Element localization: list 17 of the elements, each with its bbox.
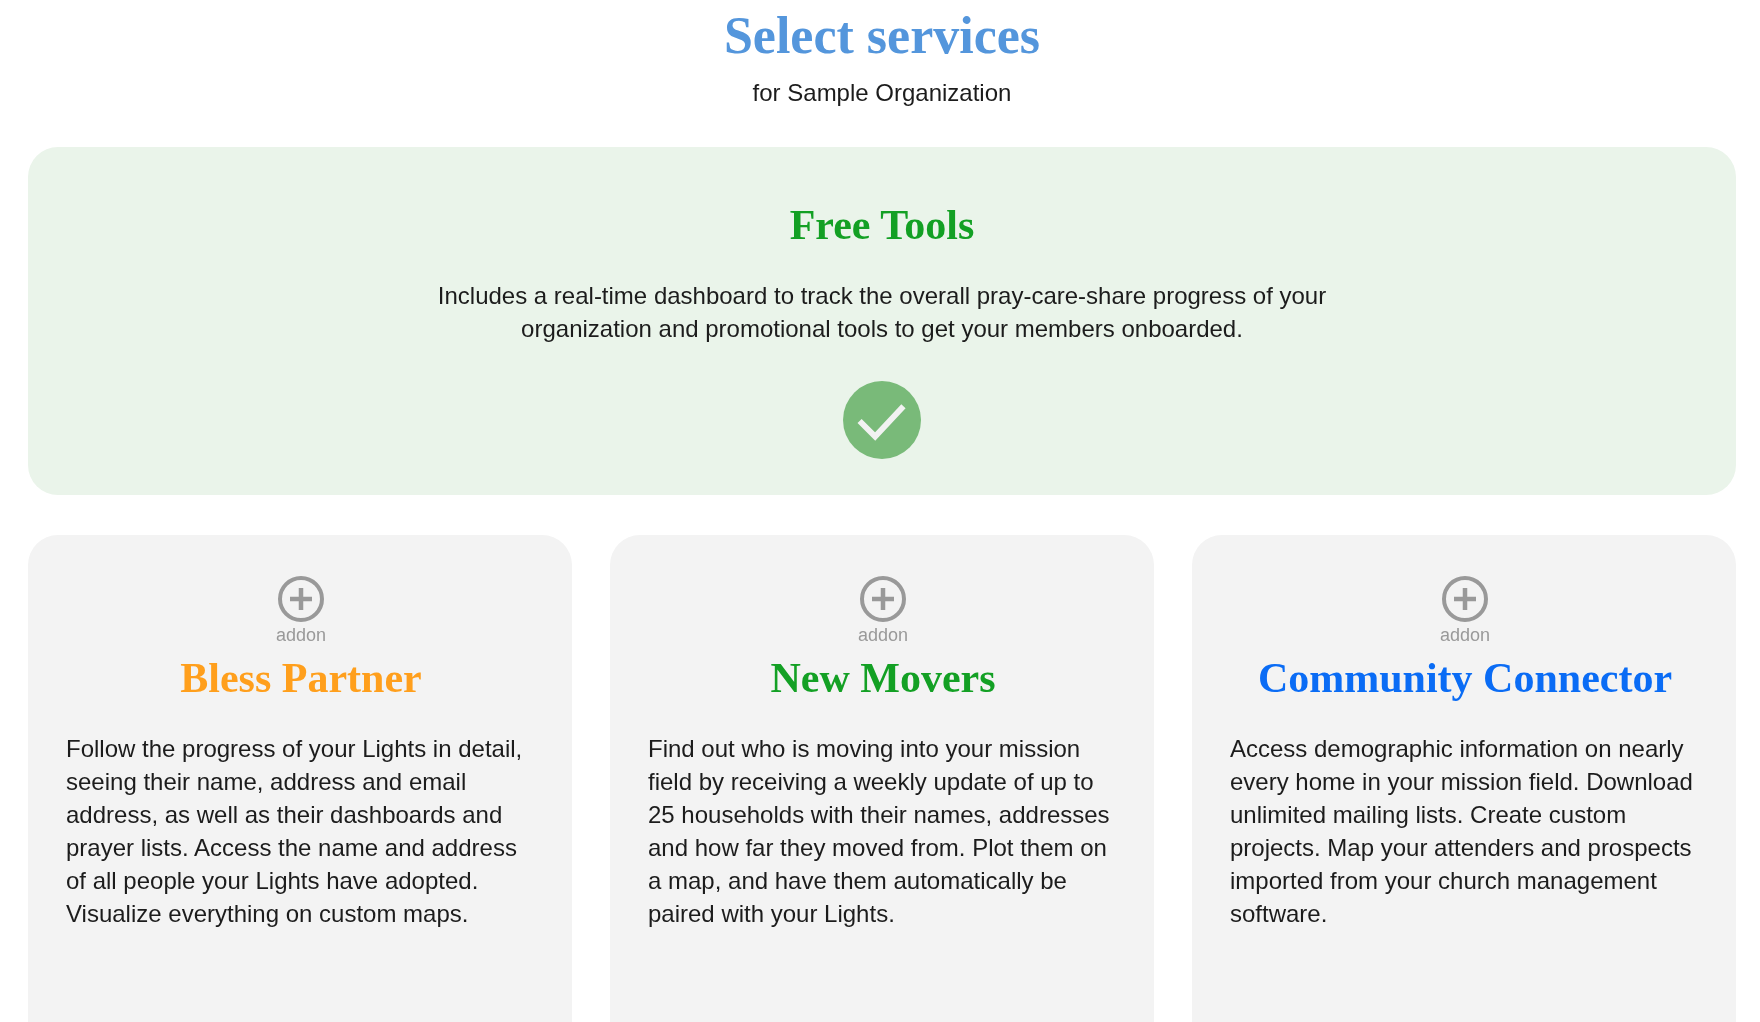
addon-label: addon bbox=[1439, 625, 1491, 646]
plus-circle-icon[interactable] bbox=[277, 575, 325, 623]
page-subtitle: for Sample Organization bbox=[752, 79, 1012, 107]
addon-label: addon bbox=[857, 625, 909, 646]
plus-circle-icon[interactable] bbox=[859, 575, 907, 623]
addon-label: addon bbox=[275, 625, 327, 646]
card-title: Free Tools bbox=[789, 201, 975, 249]
checkmark-icon[interactable] bbox=[843, 381, 921, 459]
card-title: Bless Partner bbox=[180, 654, 422, 702]
plus-circle-icon[interactable] bbox=[1441, 575, 1489, 623]
card-description: Follow the progress of your Lights in detail, seeing their name, address and email address, as well as their dashboards and prayer lists. Access the name and address of all people your Lights have adopted. Visualize everything on custom maps. bbox=[66, 734, 524, 929]
card-title: New Movers bbox=[770, 654, 996, 702]
card-description: Includes a real-time dashboard to track the overall pray-care-share progress of your organization and promotional tools to get your members onboarded. bbox=[436, 281, 1328, 344]
card-description: Find out who is moving into your mission field by receiving a weekly update of up to 25 households with their names, addresses and how far they moved from. Plot them on a map, and have them automatically be paired with your Lights. bbox=[648, 734, 1111, 929]
card-description: Access demographic information on nearly every home in your mission field. Download unlimited mailing lists. Create custom projects. Map your attenders and prospects imported from your church management software. bbox=[1230, 734, 1694, 929]
card-title: Community Connector bbox=[1257, 654, 1673, 702]
page-title: Select services bbox=[723, 6, 1041, 65]
